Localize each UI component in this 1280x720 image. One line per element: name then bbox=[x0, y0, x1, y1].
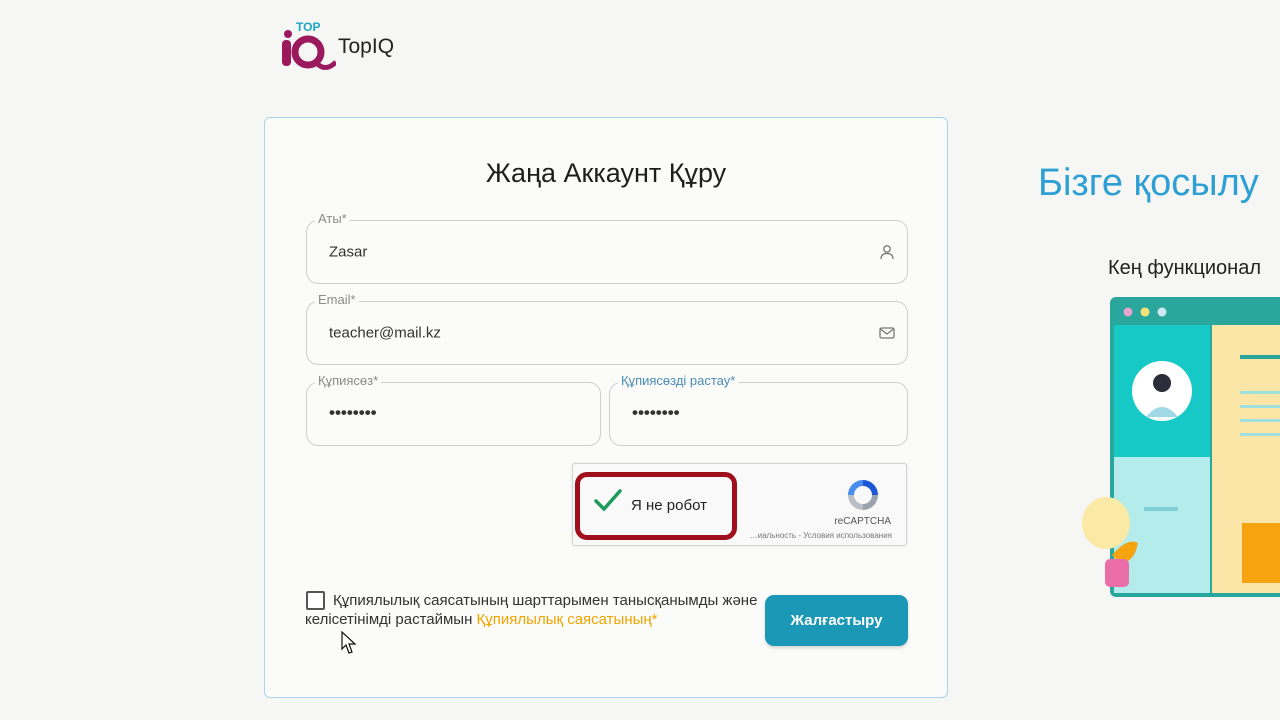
join-subtitle: Кең функционал bbox=[1108, 257, 1261, 279]
name-field-label: Аты* bbox=[315, 211, 350, 226]
email-field[interactable]: Email* teacher@mail.kz bbox=[306, 292, 908, 365]
name-field[interactable]: Аты* Zasar bbox=[306, 211, 908, 284]
recaptcha-terms-link[interactable]: …иальность - Условия использования bbox=[750, 531, 892, 540]
recaptcha-widget[interactable]: Я не робот reCAPTCHA …иальность - Услови… bbox=[572, 463, 907, 546]
page-title: Жаңа Аккаунт Құру bbox=[485, 158, 727, 188]
join-title: Бізге қосылу bbox=[1038, 162, 1259, 204]
email-field-label: Email* bbox=[315, 292, 359, 307]
recaptcha-brand: reCAPTCHA bbox=[834, 516, 891, 527]
consent-text: Құпиялылық саясатының шарттарымен танысқ… bbox=[305, 591, 765, 629]
password-field[interactable]: Құпиясөз* •••••••• bbox=[306, 373, 601, 446]
continue-button[interactable]: Жалғастыру bbox=[765, 595, 908, 646]
confirm-password-field[interactable]: Құпиясөзді растау* •••••••• bbox=[609, 373, 908, 446]
mail-icon bbox=[879, 327, 895, 339]
confirm-password-field-label: Құпиясөзді растау* bbox=[618, 373, 739, 388]
mouse-cursor-icon bbox=[341, 631, 357, 654]
topiq-logo-icon: TOP bbox=[278, 18, 338, 74]
name-field-value[interactable]: Zasar bbox=[329, 244, 367, 261]
privacy-policy-link[interactable]: Құпиялылық саясатының* bbox=[477, 611, 658, 628]
dashboard-illustration bbox=[1082, 297, 1280, 597]
user-icon bbox=[880, 245, 894, 260]
password-field-label: Құпиясөз* bbox=[315, 373, 382, 388]
email-field-value[interactable]: teacher@mail.kz bbox=[329, 325, 441, 342]
password-field-value[interactable]: •••••••• bbox=[329, 403, 377, 423]
signup-card: Жаңа Аккаунт Құру Аты* Zasar Email* teac… bbox=[264, 117, 948, 698]
brand-logo[interactable]: TOP TopIQ bbox=[278, 18, 394, 74]
brand-name: TopIQ bbox=[338, 35, 395, 58]
recaptcha-logo-icon bbox=[848, 480, 878, 510]
svg-text:TOP: TOP bbox=[296, 20, 320, 34]
annotation-highlight-box bbox=[575, 472, 737, 540]
confirm-password-field-value[interactable]: •••••••• bbox=[632, 403, 680, 423]
